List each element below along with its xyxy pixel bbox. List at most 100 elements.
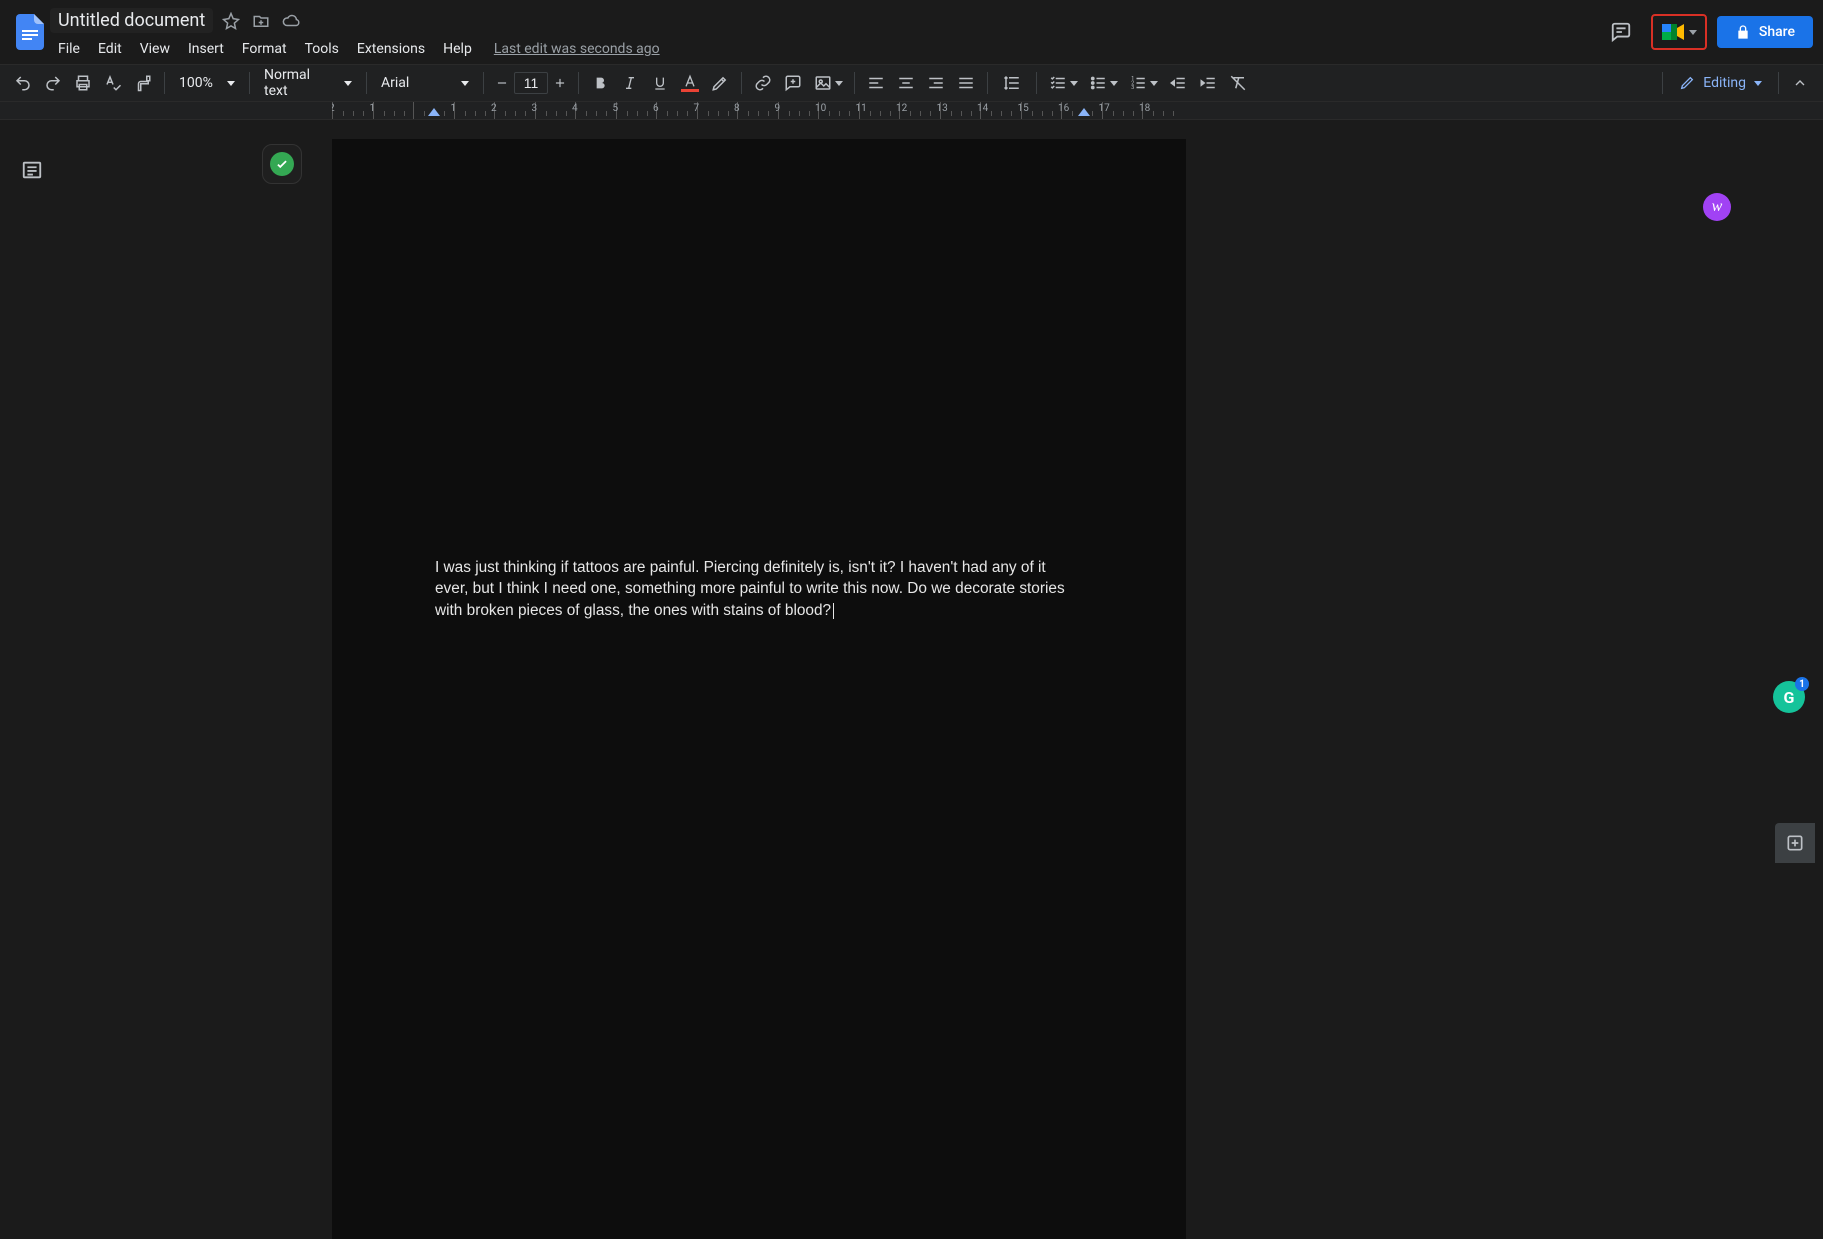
comment-history-icon[interactable] — [1601, 12, 1641, 52]
star-icon[interactable] — [219, 9, 243, 33]
chevron-down-icon — [227, 81, 235, 86]
text-color-button[interactable] — [675, 68, 705, 98]
undo-icon[interactable] — [8, 68, 38, 98]
title-bar: Untitled document File Edit View Insert … — [0, 0, 1823, 64]
ruler-tick: 11 — [859, 102, 900, 119]
separator — [1036, 72, 1037, 94]
editing-mode-select[interactable]: Editing — [1669, 71, 1772, 95]
redo-icon[interactable] — [38, 68, 68, 98]
insert-link-icon[interactable] — [748, 68, 778, 98]
svg-text:3: 3 — [1131, 85, 1134, 91]
document-body-text[interactable]: I was just thinking if tattoos are painf… — [435, 557, 1083, 621]
increase-indent-icon[interactable] — [1193, 68, 1223, 98]
zoom-value: 100% — [179, 75, 213, 91]
last-edit-link[interactable]: Last edit was seconds ago — [494, 41, 660, 57]
chevron-down-icon — [461, 81, 469, 86]
ruler-tick: 8 — [737, 102, 778, 119]
lock-icon — [1735, 24, 1751, 40]
grammarly-extension-icon[interactable]: G 1 — [1773, 681, 1805, 713]
menu-extensions[interactable]: Extensions — [349, 37, 433, 61]
insert-comment-icon[interactable] — [778, 68, 808, 98]
ruler-tick: 14 — [980, 102, 1021, 119]
bold-icon[interactable] — [585, 68, 615, 98]
menu-help[interactable]: Help — [435, 37, 480, 61]
ruler-tick: 17 — [1102, 102, 1143, 119]
menu-edit[interactable]: Edit — [90, 37, 130, 61]
align-justify-icon[interactable] — [951, 68, 981, 98]
bulleted-list-icon[interactable] — [1083, 68, 1123, 98]
grammarly-badge-count: 1 — [1795, 677, 1809, 691]
numbered-list-icon[interactable]: 123 — [1123, 68, 1163, 98]
decrease-indent-icon[interactable] — [1163, 68, 1193, 98]
share-button[interactable]: Share — [1717, 16, 1813, 48]
zoom-select[interactable]: 100% — [171, 69, 243, 97]
check-icon — [270, 152, 294, 176]
insert-image-icon[interactable] — [808, 68, 848, 98]
explore-button[interactable] — [1775, 823, 1815, 863]
font-size-control — [490, 71, 572, 95]
ruler-tick: 10 — [818, 102, 859, 119]
menu-tools[interactable]: Tools — [297, 37, 347, 61]
pencil-icon — [1679, 75, 1695, 91]
decrease-font-button[interactable] — [490, 71, 514, 95]
font-value: Arial — [381, 75, 409, 91]
text-color-swatch — [681, 89, 699, 92]
menu-file[interactable]: File — [50, 37, 88, 61]
line-spacing-icon[interactable] — [994, 68, 1030, 98]
meet-button[interactable] — [1651, 14, 1707, 50]
paragraph-style-select[interactable]: Normal text — [256, 69, 360, 97]
increase-font-button[interactable] — [548, 71, 572, 95]
chevron-down-icon — [1754, 81, 1762, 86]
ruler-tick: 3 — [535, 102, 576, 119]
menu-view[interactable]: View — [132, 37, 178, 61]
separator — [987, 72, 988, 94]
ruler-tick: 9 — [778, 102, 819, 119]
paint-format-icon[interactable] — [128, 68, 158, 98]
spellcheck-status-badge[interactable] — [262, 144, 302, 184]
cloud-status-icon[interactable] — [279, 9, 303, 33]
print-icon[interactable] — [68, 68, 98, 98]
share-label: Share — [1759, 24, 1795, 40]
chevron-down-icon — [1110, 81, 1118, 86]
document-page[interactable]: I was just thinking if tattoos are painf… — [332, 139, 1186, 1239]
ruler-tick: 4 — [575, 102, 616, 119]
ruler-tick: 1 — [454, 102, 495, 119]
separator — [164, 72, 165, 94]
ruler-tick: 2 — [332, 102, 373, 119]
separator — [249, 72, 250, 94]
move-icon[interactable] — [249, 9, 273, 33]
spellcheck-icon[interactable] — [98, 68, 128, 98]
clear-formatting-icon[interactable] — [1223, 68, 1253, 98]
right-indent-marker[interactable] — [1078, 108, 1090, 116]
collapse-toolbar-icon[interactable] — [1785, 68, 1815, 98]
ruler-tick: 2 — [494, 102, 535, 119]
separator — [366, 72, 367, 94]
separator — [578, 72, 579, 94]
chevron-down-icon — [344, 81, 352, 86]
checklist-icon[interactable] — [1043, 68, 1083, 98]
document-title[interactable]: Untitled document — [50, 8, 213, 33]
ruler-tick: 18 — [1142, 102, 1183, 119]
separator — [483, 72, 484, 94]
align-center-icon[interactable] — [891, 68, 921, 98]
ruler-tick: 5 — [616, 102, 657, 119]
ruler-tick: 1 — [373, 102, 414, 119]
chevron-down-icon — [1150, 81, 1158, 86]
font-select[interactable]: Arial — [373, 69, 477, 97]
font-size-input[interactable] — [514, 72, 548, 94]
menu-format[interactable]: Format — [234, 37, 295, 61]
menu-insert[interactable]: Insert — [180, 37, 232, 61]
left-indent-marker[interactable] — [428, 108, 440, 116]
ruler-tick: 6 — [656, 102, 697, 119]
wordtune-extension-icon[interactable]: w — [1703, 193, 1731, 221]
align-right-icon[interactable] — [921, 68, 951, 98]
align-left-icon[interactable] — [861, 68, 891, 98]
italic-icon[interactable] — [615, 68, 645, 98]
highlight-icon[interactable] — [705, 68, 735, 98]
underline-icon[interactable] — [645, 68, 675, 98]
docs-logo-icon[interactable] — [10, 6, 50, 58]
separator — [1662, 72, 1663, 94]
separator — [1778, 72, 1779, 94]
show-outline-icon[interactable] — [14, 152, 50, 188]
horizontal-ruler[interactable]: 21123456789101112131415161718 — [0, 102, 1823, 120]
